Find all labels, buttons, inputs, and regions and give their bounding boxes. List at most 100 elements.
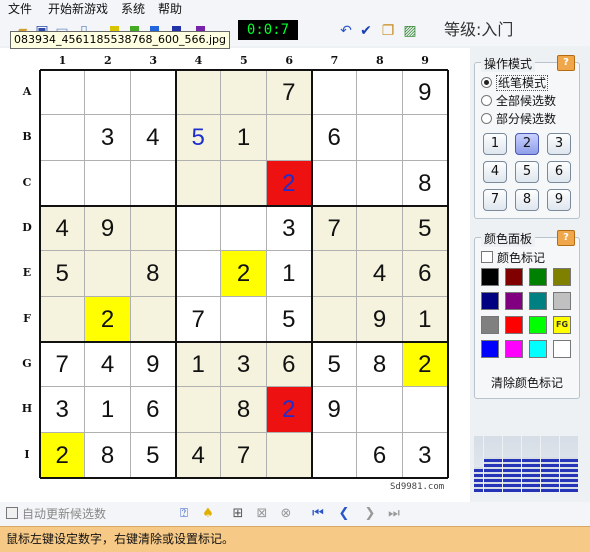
- sudoku-cell[interactable]: 1: [266, 251, 312, 297]
- last-icon[interactable]: ⏭: [386, 506, 402, 522]
- sudoku-cell[interactable]: [402, 115, 448, 161]
- radio-icon[interactable]: [481, 113, 492, 124]
- sudoku-cell[interactable]: [312, 160, 358, 206]
- sudoku-cell[interactable]: 2: [40, 432, 86, 478]
- auto-update-checkbox[interactable]: 自动更新候选数: [6, 506, 106, 522]
- mode-option-all-candidates[interactable]: 全部候选数: [481, 93, 556, 109]
- color-swatch[interactable]: [553, 268, 571, 286]
- number-button[interactable]: 5: [515, 161, 539, 183]
- sudoku-cell[interactable]: [130, 206, 176, 252]
- sudoku-cell[interactable]: 4: [40, 206, 86, 252]
- sudoku-cell[interactable]: 5: [40, 251, 86, 297]
- color-swatch[interactable]: [505, 316, 523, 334]
- number-button[interactable]: 9: [547, 189, 571, 211]
- sudoku-cell[interactable]: 5: [312, 342, 358, 388]
- sudoku-cell[interactable]: 7: [266, 70, 312, 116]
- sudoku-cell[interactable]: [357, 206, 403, 252]
- sudoku-cell[interactable]: 7: [312, 206, 358, 252]
- sudoku-cell[interactable]: 9: [312, 387, 358, 433]
- sudoku-cell[interactable]: 5: [402, 206, 448, 252]
- sudoku-cell[interactable]: 3: [221, 342, 267, 388]
- sudoku-cell[interactable]: 5: [176, 115, 222, 161]
- menu-help[interactable]: 帮助: [158, 1, 182, 17]
- first-icon[interactable]: ⏮: [310, 506, 326, 522]
- sudoku-cell[interactable]: 9: [85, 206, 131, 252]
- sudoku-cell[interactable]: [40, 70, 86, 116]
- sudoku-cell[interactable]: 5: [266, 296, 312, 342]
- color-swatch[interactable]: [529, 340, 547, 358]
- sudoku-cell[interactable]: [130, 160, 176, 206]
- sudoku-cell[interactable]: 2: [221, 251, 267, 297]
- sudoku-cell[interactable]: [266, 115, 312, 161]
- sudoku-cell[interactable]: 3: [85, 115, 131, 161]
- sudoku-cell[interactable]: [221, 206, 267, 252]
- number-button[interactable]: 4: [483, 161, 507, 183]
- color-swatch[interactable]: [553, 292, 571, 310]
- sudoku-cell[interactable]: 2: [85, 296, 131, 342]
- number-button[interactable]: 7: [483, 189, 507, 211]
- color-swatch[interactable]: [481, 316, 499, 334]
- sudoku-cell[interactable]: [130, 70, 176, 116]
- mode-option-pencil[interactable]: 纸笔模式: [481, 75, 549, 91]
- sudoku-cell[interactable]: 4: [176, 432, 222, 478]
- sudoku-cell[interactable]: 2: [266, 160, 312, 206]
- sudoku-cell[interactable]: 4: [357, 251, 403, 297]
- sudoku-cell[interactable]: 4: [85, 342, 131, 388]
- sudoku-cell[interactable]: 9: [402, 70, 448, 116]
- menu-system[interactable]: 系统: [121, 1, 145, 17]
- copy-icon[interactable]: ❐: [380, 23, 396, 39]
- sudoku-cell[interactable]: [176, 70, 222, 116]
- menu-new-game[interactable]: 开始新游戏: [48, 1, 108, 17]
- next-icon[interactable]: ❯: [362, 506, 378, 522]
- color-swatch[interactable]: [529, 292, 547, 310]
- color-swatch[interactable]: [505, 292, 523, 310]
- image-icon[interactable]: ▨: [402, 23, 418, 39]
- sudoku-cell[interactable]: 7: [176, 296, 222, 342]
- sudoku-cell[interactable]: 6: [312, 115, 358, 161]
- sudoku-cell[interactable]: 1: [85, 387, 131, 433]
- clear-color-button[interactable]: 清除颜色标记: [475, 374, 579, 391]
- color-swatch[interactable]: [529, 316, 547, 334]
- color-swatch[interactable]: [505, 340, 523, 358]
- radio-icon[interactable]: [481, 77, 492, 88]
- sudoku-cell[interactable]: [40, 296, 86, 342]
- color-swatch[interactable]: [481, 340, 499, 358]
- sudoku-cell[interactable]: 1: [221, 115, 267, 161]
- sudoku-cell[interactable]: 7: [40, 342, 86, 388]
- color-swatch[interactable]: [553, 340, 571, 358]
- sudoku-cell[interactable]: [357, 115, 403, 161]
- sudoku-cell[interactable]: [402, 387, 448, 433]
- sudoku-cell[interactable]: 9: [357, 296, 403, 342]
- sudoku-cell[interactable]: 8: [85, 432, 131, 478]
- hint-icon[interactable]: ⍰: [176, 506, 192, 522]
- color-swatch[interactable]: [529, 268, 547, 286]
- sudoku-cell[interactable]: [40, 160, 86, 206]
- color-swatch[interactable]: FG: [553, 316, 571, 334]
- sudoku-cell[interactable]: 6: [357, 432, 403, 478]
- sudoku-cell[interactable]: [85, 70, 131, 116]
- sudoku-cell[interactable]: [221, 160, 267, 206]
- sudoku-cell[interactable]: 8: [357, 342, 403, 388]
- color-help-button[interactable]: ?: [557, 230, 575, 246]
- sudoku-cell[interactable]: 1: [402, 296, 448, 342]
- menu-file[interactable]: 文件: [8, 1, 32, 17]
- sudoku-cell[interactable]: 3: [402, 432, 448, 478]
- bell-icon[interactable]: ♠: [200, 506, 216, 522]
- number-button[interactable]: 6: [547, 161, 571, 183]
- checkbox-icon[interactable]: [481, 251, 493, 263]
- undo-icon[interactable]: ↶: [338, 23, 354, 39]
- sudoku-cell[interactable]: 4: [130, 115, 176, 161]
- sudoku-cell[interactable]: [85, 160, 131, 206]
- sudoku-cell[interactable]: 7: [221, 432, 267, 478]
- number-button[interactable]: 2: [515, 133, 539, 155]
- sudoku-cell[interactable]: 3: [40, 387, 86, 433]
- sudoku-cell[interactable]: [221, 70, 267, 116]
- sudoku-cell[interactable]: [176, 206, 222, 252]
- mode-option-some-candidates[interactable]: 部分候选数: [481, 111, 556, 127]
- sudoku-cell[interactable]: [312, 70, 358, 116]
- color-swatch[interactable]: [505, 268, 523, 286]
- sudoku-cell[interactable]: 8: [130, 251, 176, 297]
- rule-icon-3[interactable]: ⊗: [278, 506, 294, 522]
- sudoku-cell[interactable]: [85, 251, 131, 297]
- sudoku-cell[interactable]: [266, 432, 312, 478]
